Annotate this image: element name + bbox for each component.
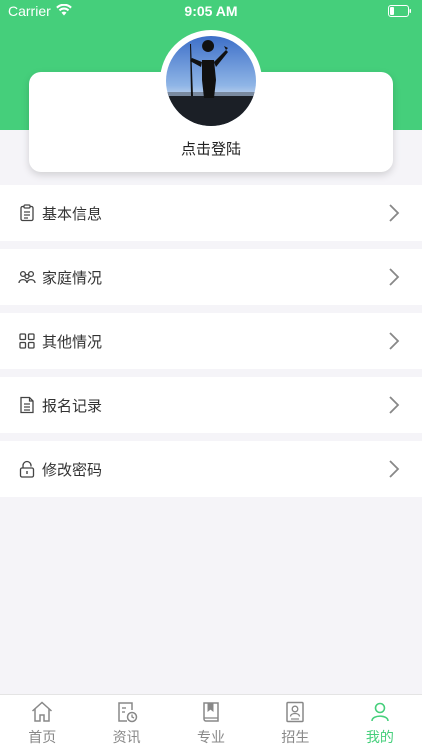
- chevron-right-icon: [388, 395, 400, 415]
- menu-item-family[interactable]: 家庭情况: [0, 249, 422, 305]
- tab-label: 首页: [28, 730, 57, 746]
- menu-item-records[interactable]: 报名记录: [0, 377, 422, 433]
- menu-item-basic-info[interactable]: 基本信息: [0, 185, 422, 241]
- grid-icon: [18, 332, 36, 350]
- menu-item-other[interactable]: 其他情况: [0, 313, 422, 369]
- lock-icon: [18, 460, 36, 478]
- book-icon: [199, 700, 223, 724]
- menu-item-label: 基本信息: [42, 205, 103, 223]
- login-link[interactable]: 点击登陆: [29, 138, 393, 159]
- chevron-right-icon: [388, 267, 400, 287]
- news-icon: [115, 700, 139, 724]
- status-bar: Carrier 9:05 AM: [0, 0, 422, 22]
- tab-news[interactable]: 资讯: [84, 695, 168, 750]
- tab-mine[interactable]: 我的: [338, 695, 422, 750]
- family-icon: [18, 268, 36, 286]
- battery-icon: [388, 5, 412, 21]
- tab-label: 专业: [197, 730, 226, 746]
- status-time: 9:05 AM: [184, 3, 238, 19]
- document-icon: [18, 396, 36, 414]
- chevron-right-icon: [388, 203, 400, 223]
- clipboard-icon: [18, 204, 36, 222]
- menu-item-label: 其他情况: [42, 333, 103, 351]
- tab-home[interactable]: 首页: [0, 695, 84, 750]
- home-icon: [30, 700, 54, 724]
- tab-label: 我的: [365, 730, 394, 746]
- menu-item-change-password[interactable]: 修改密码: [0, 441, 422, 497]
- tab-admission[interactable]: 招生: [253, 695, 337, 750]
- user-icon: [368, 700, 392, 724]
- chevron-right-icon: [388, 459, 400, 479]
- menu-item-label: 修改密码: [42, 461, 103, 479]
- tab-bar: 首页 资讯 专业 招生 我的: [0, 694, 422, 750]
- tab-label: 招生: [281, 730, 310, 746]
- tab-label: 资讯: [112, 730, 141, 746]
- menu-item-label: 家庭情况: [42, 269, 103, 287]
- avatar[interactable]: [166, 36, 256, 126]
- admission-icon: [283, 700, 307, 724]
- chevron-right-icon: [388, 331, 400, 351]
- tab-major[interactable]: 专业: [169, 695, 253, 750]
- menu-item-label: 报名记录: [42, 397, 103, 415]
